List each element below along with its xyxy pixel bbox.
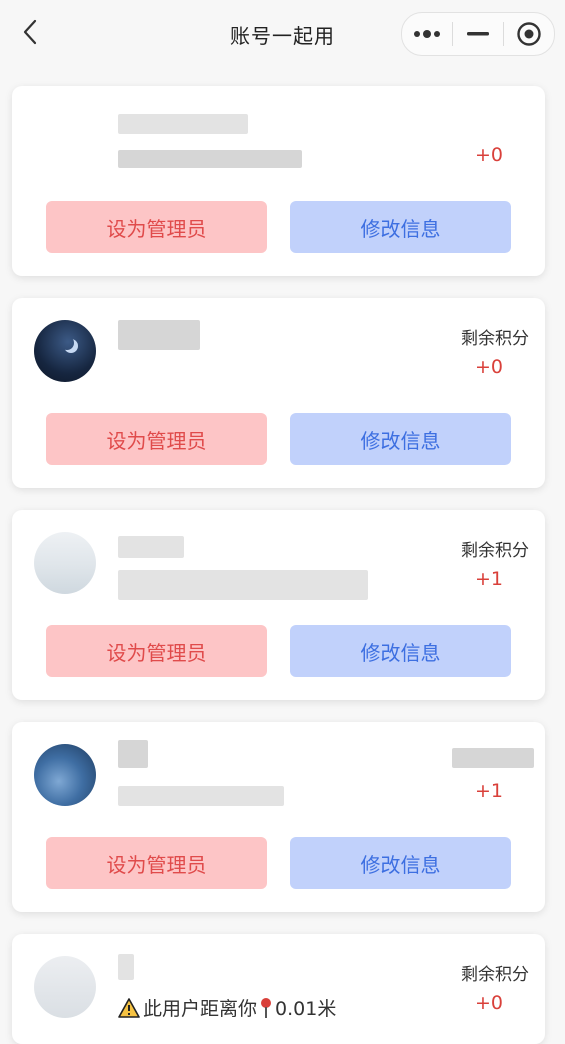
member-card: 剩余积分 +0 设为管理员 修改信息 [12, 298, 545, 488]
minimize-button[interactable] [453, 13, 503, 55]
edit-info-button[interactable]: 修改信息 [290, 413, 511, 465]
member-name-redacted [118, 536, 184, 558]
distance-value: 0.01米 [275, 998, 337, 1020]
more-dots-icon [414, 30, 440, 38]
set-admin-button[interactable]: 设为管理员 [46, 201, 267, 253]
member-name-redacted [118, 114, 248, 134]
close-target-icon [517, 22, 541, 46]
member-card: +1 设为管理员 修改信息 [12, 722, 545, 912]
points-label: 剩余积分 [461, 541, 529, 561]
set-admin-button[interactable]: 设为管理员 [46, 413, 267, 465]
distance-info: 此用户距离你 0.01米 [118, 994, 336, 1021]
points-value: +1 [474, 568, 503, 590]
more-button[interactable] [402, 13, 452, 55]
points-label: 剩余积分 [461, 965, 529, 985]
avatar [34, 532, 96, 594]
set-admin-button[interactable]: 设为管理员 [46, 837, 267, 889]
points-value: +0 [474, 144, 503, 166]
member-name-redacted [118, 320, 200, 350]
edit-info-button[interactable]: 修改信息 [290, 837, 511, 889]
member-card: +0 设为管理员 修改信息 [12, 86, 545, 276]
member-info-redacted [118, 570, 368, 600]
member-info-redacted [118, 786, 284, 806]
member-card: 剩余积分 +1 设为管理员 修改信息 [12, 510, 545, 700]
points-value: +0 [474, 356, 503, 378]
minimize-icon [467, 32, 489, 36]
member-name-redacted [118, 740, 148, 768]
member-card: 剩余积分 +0 此用户距离你 0.01米 [12, 934, 545, 1044]
points-label-redacted [452, 748, 534, 768]
warning-icon [118, 997, 140, 1018]
location-pin-icon [261, 997, 272, 1018]
avatar [34, 956, 96, 1018]
member-name-redacted [118, 954, 134, 980]
edit-info-button[interactable]: 修改信息 [290, 625, 511, 677]
points-label: 剩余积分 [461, 329, 529, 349]
avatar [34, 744, 96, 806]
points-value: +0 [474, 992, 503, 1014]
points-value: +1 [474, 780, 503, 802]
mini-program-capsule [401, 12, 555, 56]
set-admin-button[interactable]: 设为管理员 [46, 625, 267, 677]
avatar [34, 320, 96, 382]
edit-info-button[interactable]: 修改信息 [290, 201, 511, 253]
close-button[interactable] [504, 13, 554, 55]
distance-text: 此用户距离你 [143, 998, 258, 1020]
member-info-redacted [118, 150, 302, 168]
nav-bar: 账号一起用 [0, 0, 565, 66]
